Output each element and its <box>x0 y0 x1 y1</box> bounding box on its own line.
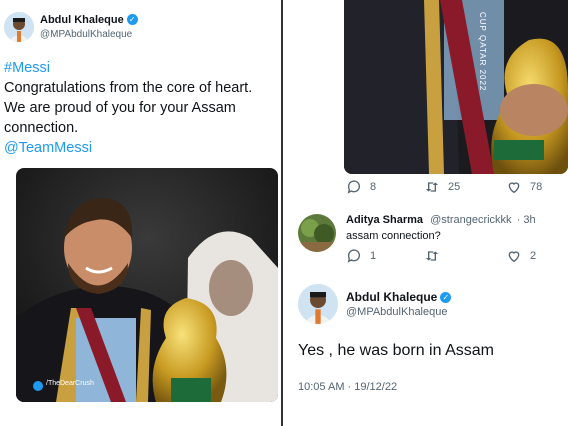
author-avatar[interactable] <box>4 12 34 42</box>
author-handle[interactable]: @MPAbdulKhaleque <box>346 306 447 318</box>
like-count[interactable]: 2 <box>506 248 536 264</box>
reply-icon <box>347 249 360 263</box>
hashtag-link[interactable]: #Messi <box>4 58 274 78</box>
reply-time: · 3h <box>516 214 536 226</box>
timestamp[interactable]: 10:05 AM · 19/12/22 <box>298 381 397 393</box>
reply-count[interactable]: 1 <box>346 248 376 264</box>
ribbon-text: CUP QATAR 2022 <box>478 12 487 92</box>
author-avatar[interactable] <box>298 284 338 324</box>
reply-icon <box>347 180 360 194</box>
heart-icon <box>508 182 520 194</box>
reply-body: Yes , he was born in Assam <box>298 342 494 359</box>
trophy-closeup-photo <box>344 0 568 174</box>
replier-avatar[interactable] <box>298 214 336 252</box>
retweet-icon <box>426 251 438 261</box>
retweet-icon <box>426 182 438 192</box>
tweet-line: connection. <box>4 120 79 136</box>
retweet-count[interactable]: 25 <box>424 179 460 195</box>
reply-body: assam connection? <box>346 230 441 242</box>
heart-icon <box>508 251 520 263</box>
reply-count[interactable]: 8 <box>346 179 376 195</box>
mention-link[interactable]: @TeamMessi <box>4 138 274 158</box>
photo-credit: /TheDearCrush <box>46 380 94 387</box>
verified-badge-icon: ✓ <box>440 292 452 303</box>
replier-handle[interactable]: @strangecrickkk <box>430 214 511 226</box>
left-tweet-panel: Abdul Khaleque ✓ @MPAbdulKhaleque #Messi … <box>0 0 280 426</box>
retweet-button[interactable] <box>424 248 448 264</box>
author-name[interactable]: Abdul Khaleque ✓ <box>346 290 452 304</box>
replier-name[interactable]: Aditya Sharma @strangecrickkk · 3h <box>346 214 536 226</box>
right-thread-panel: CUP QATAR 2022 8 25 78 Aditya Sharma @st… <box>284 0 568 426</box>
messi-trophy-photo <box>16 168 278 402</box>
tweet-line: We are proud of you for your Assam <box>4 100 236 116</box>
panel-divider <box>281 0 283 426</box>
like-count[interactable]: 78 <box>506 179 542 195</box>
verified-badge-icon: ✓ <box>126 14 138 25</box>
tweet-line: Congratulations from the core of heart. <box>4 80 253 96</box>
author-handle[interactable]: @MPAbdulKhaleque <box>40 29 132 40</box>
tweet-body: #Messi Congratulations from the core of … <box>4 58 274 158</box>
tweet-photo[interactable]: CUP QATAR 2022 <box>344 0 568 174</box>
tweet-photo[interactable]: /TheDearCrush <box>16 168 278 402</box>
author-name[interactable]: Abdul Khaleque ✓ <box>40 14 138 26</box>
